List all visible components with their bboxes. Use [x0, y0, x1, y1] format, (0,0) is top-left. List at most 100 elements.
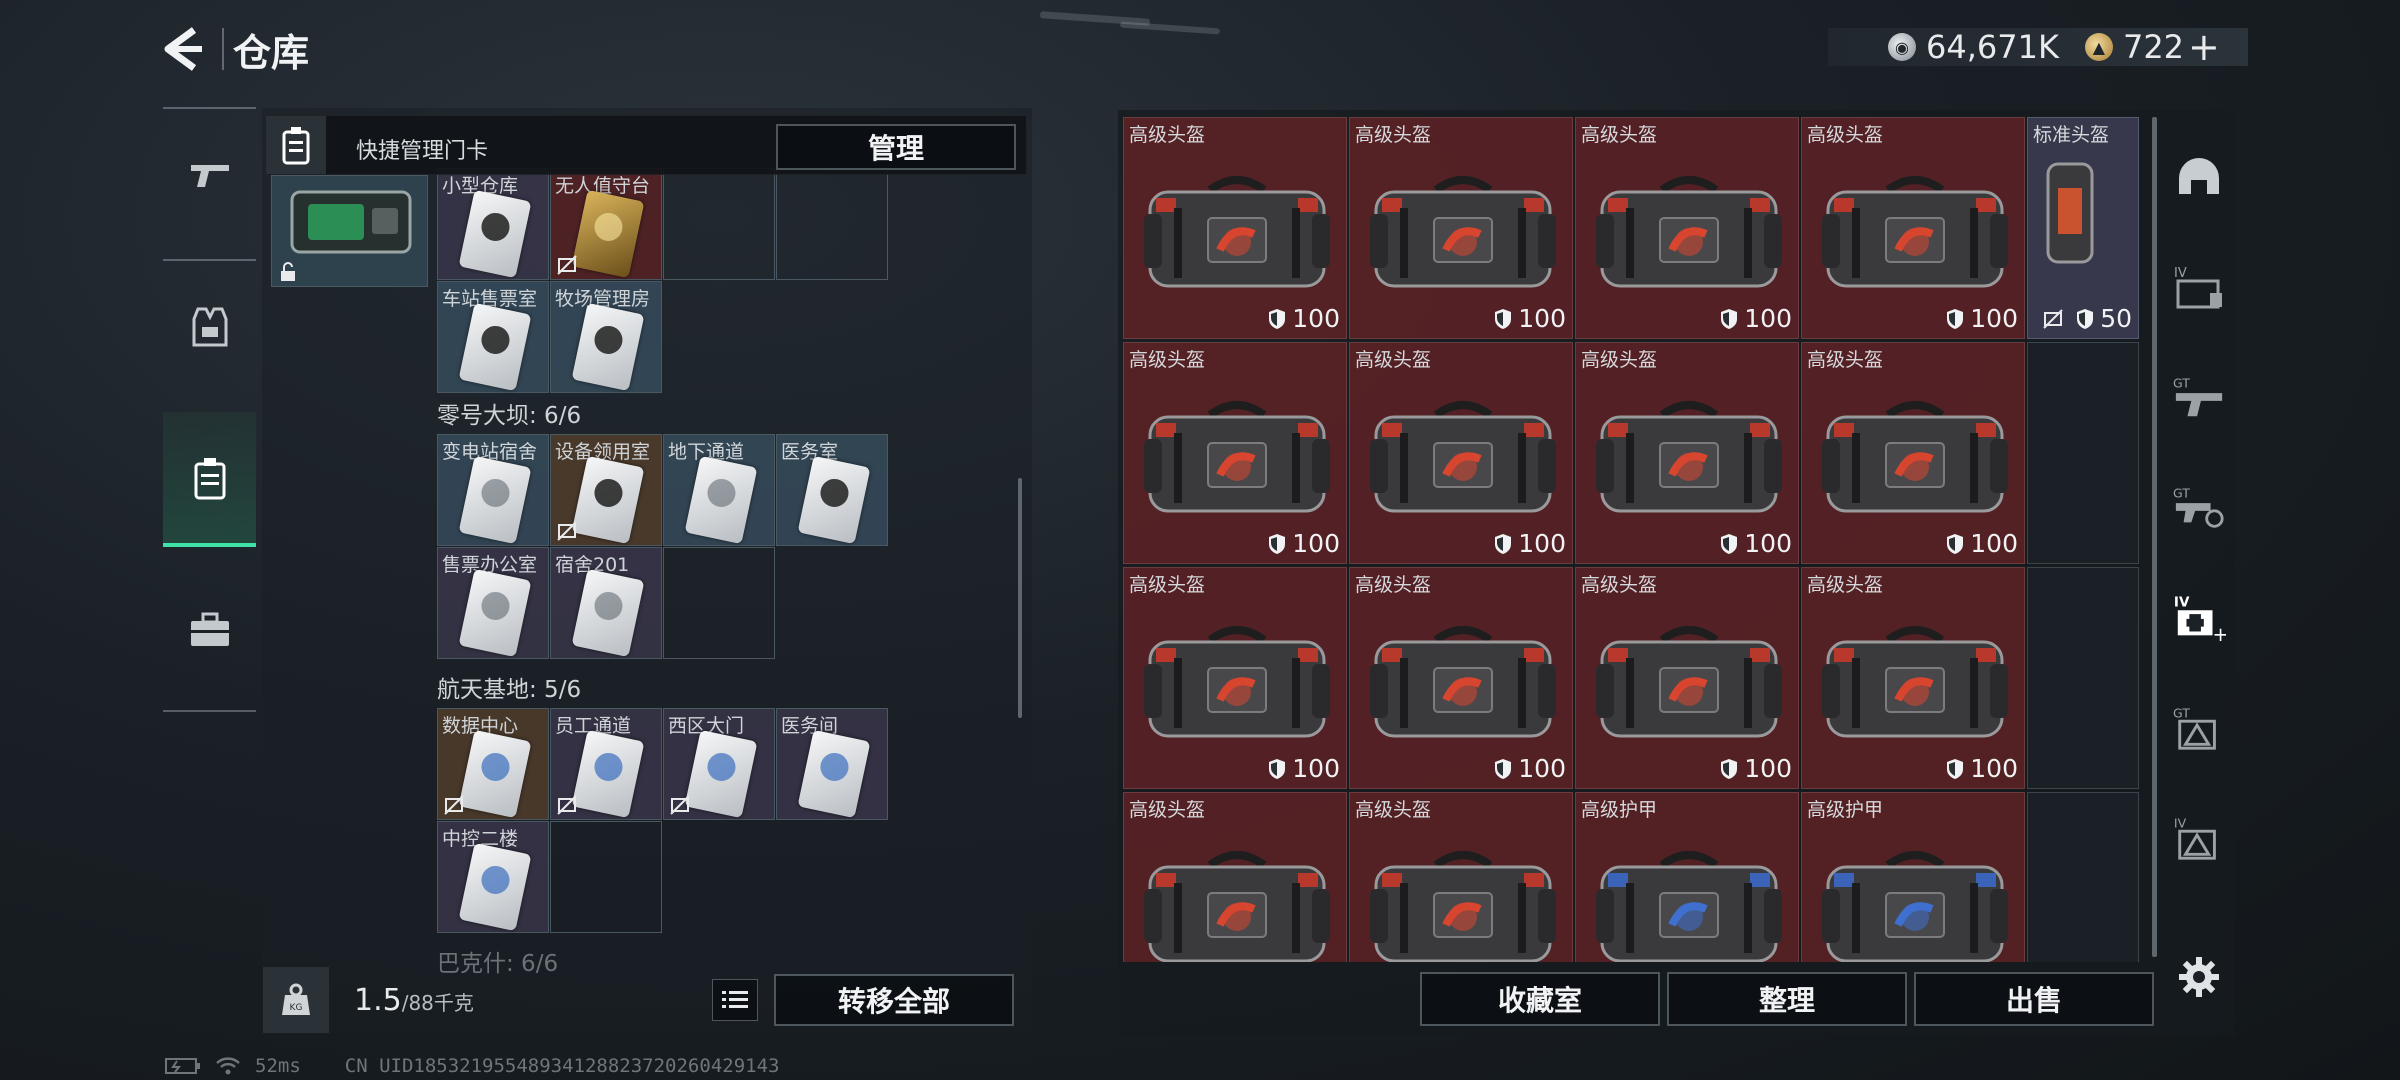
empty-cell[interactable] — [2027, 567, 2139, 789]
keycard-slot[interactable] — [663, 168, 775, 280]
stash-item[interactable]: 高级头盔 100 — [1123, 117, 1347, 339]
keycard-slot[interactable] — [663, 547, 775, 659]
iv-warning-icon[interactable]: IV — [2172, 810, 2226, 864]
stash-item[interactable]: 高级头盔 100 — [1575, 342, 1799, 564]
list-icon — [722, 991, 748, 1008]
keycard-icon — [458, 455, 532, 545]
keycard-slot[interactable]: 牧场管理房 — [550, 281, 662, 393]
back-arrow-icon[interactable] — [160, 22, 210, 76]
nav-briefcase[interactable] — [163, 562, 256, 697]
item-name: 标准头盔 — [2033, 124, 2110, 146]
item-name: 高级头盔 — [1355, 349, 1432, 371]
add-currency-button[interactable]: + — [2188, 25, 2220, 69]
keycard-slot[interactable]: 小型仓库 — [437, 168, 549, 280]
keycard-slot[interactable]: 员工通道 — [550, 708, 662, 820]
keycard-slot[interactable] — [550, 821, 662, 933]
item-name: 高级头盔 — [1807, 574, 1884, 596]
gt-settings-icon[interactable]: GT — [2172, 480, 2226, 534]
keycard-slot[interactable]: 无人值守台 — [550, 168, 662, 280]
durability-readout: 100 — [1720, 529, 1792, 558]
stash-item[interactable]: 高级头盔 100 — [1349, 117, 1573, 339]
sort-button[interactable]: 整理 — [1667, 972, 1907, 1026]
stash-item[interactable]: 高级头盔 100 — [1349, 567, 1573, 789]
durability-value: 100 — [1518, 304, 1566, 333]
no-trade-icon — [557, 255, 577, 275]
gt-gun-icon[interactable]: GT — [2172, 370, 2226, 424]
empty-cell[interactable] — [2027, 792, 2139, 962]
empty-cell[interactable] — [2027, 342, 2139, 564]
helmet-bag-icon — [1596, 401, 1782, 513]
stash-item[interactable]: 标准头盔 50 — [2027, 117, 2139, 339]
weight-capacity: /88千克 — [401, 991, 474, 1015]
nav-keycards[interactable] — [163, 412, 256, 547]
keycard-slot[interactable]: 数据中心 — [437, 708, 549, 820]
gold-amount: 722 — [2122, 28, 2185, 66]
stash-item[interactable]: 高级头盔 100 — [1349, 342, 1573, 564]
keycard-slot[interactable]: 西区大门 — [663, 708, 775, 820]
durability-shield-icon — [1269, 533, 1286, 554]
durability-value: 100 — [1292, 754, 1340, 783]
keycard-icon — [458, 568, 532, 658]
nav-equipment[interactable] — [163, 259, 256, 394]
keycard-slot[interactable]: 医务间 — [776, 708, 888, 820]
nav-divider — [163, 710, 256, 712]
durability-value: 100 — [1970, 304, 2018, 333]
silver-amount: 64,671K — [1926, 28, 2059, 66]
iv-medkit-icon[interactable]: IV + — [2172, 590, 2226, 644]
keycard-slot[interactable]: 设备领用室 — [550, 434, 662, 546]
gun-icon — [190, 164, 229, 187]
keycard-scrollbar[interactable] — [1018, 478, 1022, 718]
svg-text:GT: GT — [2173, 375, 2190, 390]
nav-weapons[interactable] — [163, 107, 256, 242]
durability-value: 100 — [1970, 754, 2018, 783]
green-keycard-icon — [290, 190, 412, 254]
list-view-button[interactable] — [712, 979, 758, 1021]
stash-item[interactable]: 高级头盔 100 — [1801, 567, 2025, 789]
stash-item[interactable]: 高级头盔 — [1349, 792, 1573, 962]
keycard-slot[interactable]: 变电站宿舍 — [437, 434, 549, 546]
stash-item[interactable]: 高级头盔 — [1123, 792, 1347, 962]
item-name: 高级护甲 — [1581, 799, 1658, 821]
stash-scrollbar[interactable] — [2152, 117, 2157, 957]
iv-folder-icon[interactable]: IV — [2172, 260, 2226, 314]
transfer-all-button[interactable]: 转移全部 — [774, 974, 1014, 1026]
helmet-bag-icon — [1144, 626, 1330, 738]
stash-item[interactable]: 高级头盔 100 — [1575, 117, 1799, 339]
stash-item[interactable]: 高级头盔 100 — [1123, 567, 1347, 789]
section-title: 零号大坝: 6/6 — [437, 403, 582, 429]
collection-room-button[interactable]: 收藏室 — [1420, 972, 1660, 1026]
durability-shield-icon — [1721, 533, 1738, 554]
keycard-slot[interactable]: 售票办公室 — [437, 547, 549, 659]
gold-coin-icon: ▲ — [2084, 33, 2113, 61]
settings-gear-icon[interactable] — [2172, 950, 2226, 1004]
selected-keycard-slot[interactable] — [271, 175, 428, 287]
durability-value: 100 — [1518, 754, 1566, 783]
svg-text:+: + — [2213, 623, 2227, 642]
stash-item[interactable]: 高级护甲 — [1801, 792, 2025, 962]
stash-item[interactable]: 高级头盔 100 — [1575, 567, 1799, 789]
keycard-slot[interactable]: 宿舍201 — [550, 547, 662, 659]
stash-item[interactable]: 高级头盔 100 — [1801, 117, 2025, 339]
lock-icon — [281, 262, 295, 281]
svg-text:GT: GT — [2173, 705, 2190, 720]
helmet-slot-icon[interactable] — [2172, 150, 2226, 204]
keycard-slot[interactable]: 车站售票室 — [437, 281, 549, 393]
keycard-slot[interactable] — [776, 168, 888, 280]
helmet-bag-icon — [1370, 626, 1556, 738]
helmet-bag-icon — [1144, 851, 1330, 962]
stash-item[interactable]: 高级护甲 — [1575, 792, 1799, 962]
uid-text: CN UID18532195548934128823720260429143 — [344, 1055, 780, 1077]
durability-readout: 100 — [1720, 304, 1792, 333]
gt-warning-icon[interactable]: GT — [2172, 700, 2226, 754]
keycard-slot[interactable]: 地下通道 — [663, 434, 775, 546]
keycard-holder-icon — [266, 116, 326, 174]
helmet-bag-icon — [1144, 401, 1330, 513]
keycard-slot[interactable]: 医务室 — [776, 434, 888, 546]
keycard-slot[interactable]: 中控二楼 — [437, 821, 549, 933]
sell-button[interactable]: 出售 — [1914, 972, 2154, 1026]
stash-item[interactable]: 高级头盔 100 — [1123, 342, 1347, 564]
manage-button[interactable]: 管理 — [776, 124, 1016, 170]
durability-shield-icon — [1947, 308, 1964, 329]
stash-item[interactable]: 高级头盔 100 — [1801, 342, 2025, 564]
durability-shield-icon — [1721, 758, 1738, 779]
